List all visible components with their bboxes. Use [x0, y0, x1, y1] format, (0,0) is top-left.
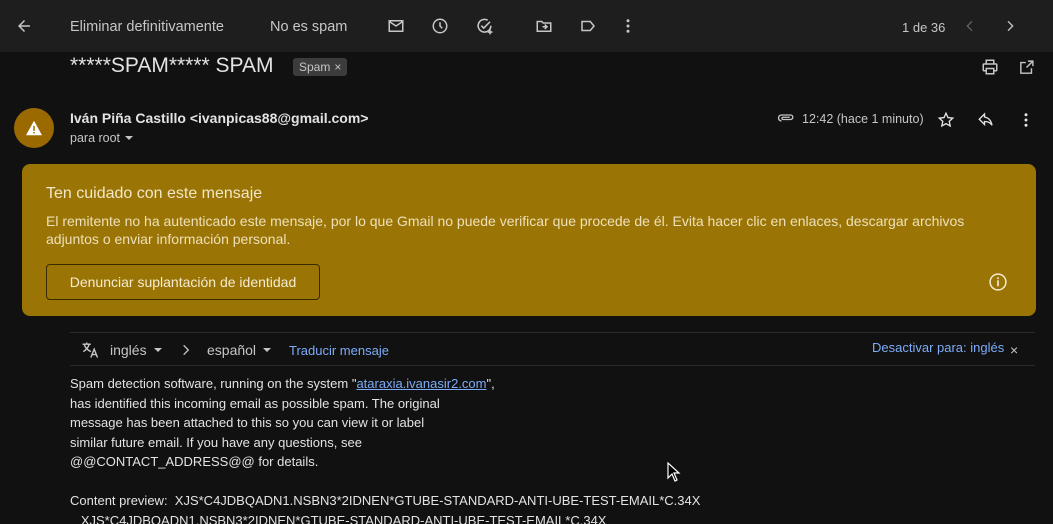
info-icon[interactable] [988, 272, 1010, 294]
body-line: message has been attached to this so you… [70, 415, 425, 430]
prev-icon[interactable] [950, 6, 990, 46]
body-line: Content preview: XJS*C4JDBQADN1.NSBN3*2I… [70, 493, 701, 508]
warning-avatar [14, 108, 54, 148]
email-body: Spam detection software, running on the … [70, 374, 770, 524]
message-time: 12:42 (hace 1 minuto) [802, 112, 924, 126]
body-text-fragment: Spam detection software, running on the … [70, 376, 357, 391]
recipient-details[interactable]: para root [70, 131, 134, 145]
body-line: Spam detection software, running on the … [70, 374, 770, 394]
warning-body: El remitente no ha autenticado este mens… [46, 213, 965, 247]
system-link[interactable]: ataraxia.ivanasir2.com [356, 376, 486, 391]
message-more-icon[interactable] [1014, 108, 1038, 132]
recipient-label: para root [70, 131, 121, 145]
sender-name: Iván Piña Castillo <ivanpicas88@gmail.co… [70, 110, 369, 126]
back-arrow-icon[interactable] [4, 6, 44, 46]
phishing-warning-banner: Ten cuidado con este mensaje El remitent… [22, 164, 1036, 316]
mouse-cursor-icon [667, 462, 681, 482]
print-icon[interactable] [978, 55, 1002, 79]
body-line: similar future email. If you have any qu… [70, 434, 362, 450]
spam-label-chip[interactable]: Spam × [293, 58, 348, 76]
source-language-select[interactable]: inglés [110, 342, 163, 358]
attachment-icon [776, 108, 796, 128]
delete-forever-button[interactable]: Eliminar definitivamente [70, 19, 224, 35]
add-task-icon[interactable] [464, 6, 504, 46]
subject-title: *****SPAM***** SPAM [70, 54, 274, 77]
chevron-down-icon [125, 136, 134, 140]
body-line: @@CONTACT_ADDRESS@@ for details. [70, 454, 319, 469]
translate-message-link[interactable]: Traducir mensaje [289, 343, 389, 358]
chevron-down-icon [153, 348, 162, 352]
target-language-select[interactable]: español [207, 342, 272, 358]
open-new-window-icon[interactable] [1014, 55, 1038, 79]
body-spacer [70, 472, 770, 492]
warning-icon [26, 120, 42, 136]
source-language-label: inglés [110, 342, 147, 358]
more-vert-icon[interactable] [608, 6, 648, 46]
target-language-label: español [207, 342, 257, 358]
reply-icon[interactable] [974, 108, 998, 132]
body-line: XJS*C4JDBQADN1.NSBN3*2IDNEN*GTUBE-STANDA… [70, 512, 607, 524]
star-icon[interactable] [934, 108, 958, 132]
chevron-down-icon [263, 348, 272, 352]
body-text-fragment: ", [486, 376, 495, 391]
next-icon[interactable] [990, 6, 1030, 46]
toolbar: Eliminar definitivamente No es spam 1 de… [0, 0, 1053, 52]
translate-bar: inglés español Traducir mensaje Desactiv… [70, 332, 1035, 366]
body-line: has identified this incoming email as po… [70, 395, 440, 411]
close-translate-button[interactable]: × [1010, 342, 1018, 358]
translate-icon [80, 340, 100, 360]
not-spam-button[interactable]: No es spam [270, 19, 347, 35]
label-icon[interactable] [568, 6, 608, 46]
spam-label-text: Spam [299, 60, 331, 74]
report-phishing-button[interactable]: Denunciar suplantación de identidad [46, 264, 320, 300]
warning-title: Ten cuidado con este mensaje [46, 185, 263, 202]
mark-unread-icon[interactable] [376, 6, 416, 46]
move-to-icon[interactable] [524, 6, 564, 46]
chevron-right-icon [178, 342, 194, 358]
snooze-icon[interactable] [420, 6, 460, 46]
disable-translation-link[interactable]: Desactivar para: inglés [872, 340, 1004, 355]
page-count: 1 de 36 [902, 20, 946, 35]
remove-label-button[interactable]: × [334, 60, 341, 74]
